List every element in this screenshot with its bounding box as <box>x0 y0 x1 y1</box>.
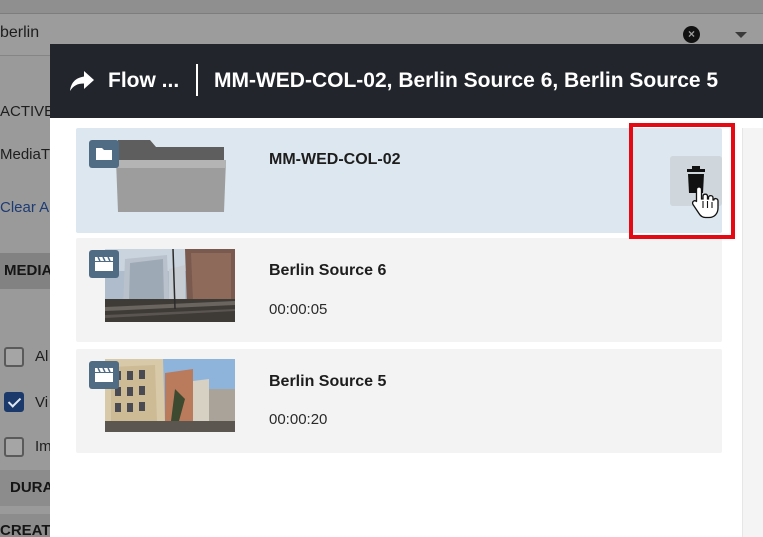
background-filter-panel: ACTIVE MediaT Clear Al MEDIA Al Vi Im DU… <box>0 56 54 537</box>
item-title: MM-WED-COL-02 <box>269 151 401 168</box>
filter-duration-label: DURA <box>10 479 54 496</box>
clear-all-link: Clear Al <box>0 199 53 216</box>
modal-side-panel <box>742 128 763 537</box>
filter-duration-section: DURA <box>0 470 54 506</box>
filter-created-label: CREAT <box>0 522 51 537</box>
hand-cursor-icon <box>691 186 719 219</box>
item-title: Berlin Source 5 <box>269 373 387 390</box>
filter-all-checkbox <box>4 347 24 367</box>
list-item-folder[interactable]: MM-WED-COL-02 <box>76 128 722 233</box>
highlight-annotation <box>629 123 735 239</box>
filter-media-label: MEDIA <box>4 262 53 279</box>
filter-video-checkbox <box>4 392 24 412</box>
list-item-video[interactable]: Berlin Source 6 00:00:05 <box>76 238 722 342</box>
filter-media-type-label: MediaT <box>0 146 51 163</box>
background-search-value: berlin <box>0 24 40 41</box>
filter-all-label: Al <box>35 348 49 365</box>
filter-created-section: CREAT <box>0 514 51 537</box>
folder-icon <box>89 140 119 168</box>
clapperboard-icon <box>89 250 119 278</box>
filter-video-label: Vi <box>35 394 49 411</box>
background-topbar <box>0 0 763 14</box>
item-duration: 00:00:20 <box>269 411 328 428</box>
filter-active-label: ACTIVE <box>0 103 55 120</box>
video-thumbnail <box>105 359 235 432</box>
flow-items-modal: Flow ... MM-WED-COL-02, Berlin Source 6,… <box>50 44 763 537</box>
share-arrow-icon <box>70 71 94 91</box>
modal-title: MM-WED-COL-02, Berlin Source 6, Berlin S… <box>214 69 719 92</box>
video-thumbnail <box>105 249 235 322</box>
item-duration: 00:00:05 <box>269 301 328 318</box>
header-divider <box>196 64 198 96</box>
search-clear-icon: × <box>683 26 700 43</box>
list-item-video[interactable]: Berlin Source 5 00:00:20 <box>76 349 722 453</box>
modal-header: Flow ... MM-WED-COL-02, Berlin Source 6,… <box>50 44 763 118</box>
flow-breadcrumb[interactable]: Flow ... <box>108 69 179 93</box>
filter-media-section: MEDIA <box>0 253 53 289</box>
chevron-down-icon <box>735 32 747 38</box>
item-title: Berlin Source 6 <box>269 262 387 279</box>
filter-image-checkbox <box>4 437 24 457</box>
folder-thumbnail <box>114 138 228 214</box>
clapperboard-icon <box>89 361 119 389</box>
